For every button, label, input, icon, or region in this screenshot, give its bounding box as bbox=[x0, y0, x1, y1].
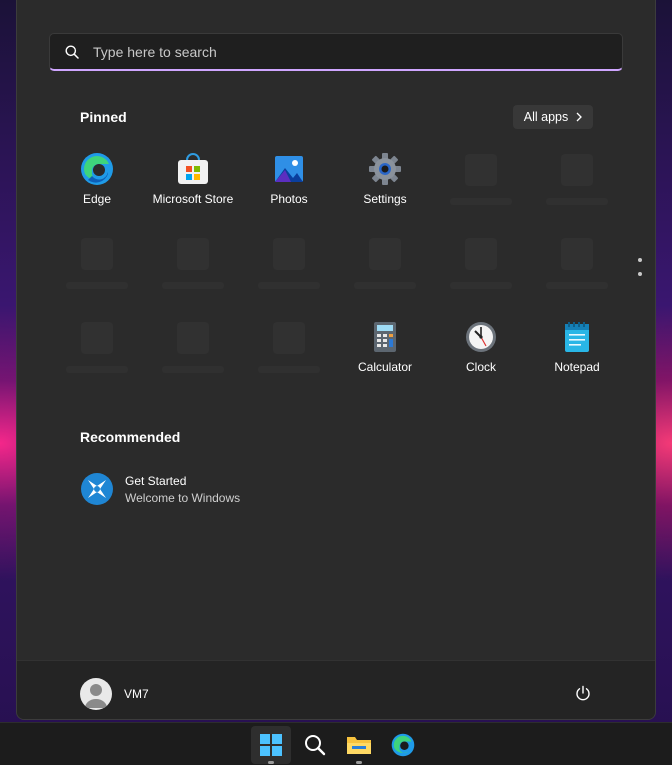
search-box[interactable] bbox=[49, 33, 623, 71]
blurred-app-icon bbox=[369, 238, 401, 270]
start-footer: VM7 bbox=[17, 660, 655, 719]
taskbar bbox=[0, 722, 672, 765]
pinned-app-placeholder bbox=[145, 312, 241, 392]
pinned-app-placeholder bbox=[241, 312, 337, 392]
recommended-item-subtitle: Welcome to Windows bbox=[125, 490, 241, 505]
search-icon bbox=[65, 45, 79, 59]
pinned-app-placeholder bbox=[529, 228, 625, 308]
all-apps-label: All apps bbox=[523, 110, 569, 124]
recommended-item[interactable]: Get Started Welcome to Windows bbox=[80, 472, 240, 506]
user-account-button[interactable]: VM7 bbox=[80, 678, 149, 710]
blurred-label bbox=[546, 282, 608, 289]
taskbar-edge-button[interactable] bbox=[383, 726, 423, 764]
app-label: Settings bbox=[363, 192, 407, 206]
pinned-app-microsoft-store[interactable]: Microsoft Store bbox=[145, 144, 241, 224]
blurred-app-icon bbox=[177, 238, 209, 270]
pinned-app-settings[interactable]: Settings bbox=[337, 144, 433, 224]
pinned-title: Pinned bbox=[80, 109, 127, 125]
microsoft-store-icon bbox=[176, 152, 210, 186]
pinned-app-photos[interactable]: Photos bbox=[241, 144, 337, 224]
app-label: Edge bbox=[82, 192, 112, 206]
pinned-app-placeholder bbox=[49, 228, 145, 308]
blurred-label bbox=[66, 282, 128, 289]
page-indicator[interactable] bbox=[637, 258, 643, 280]
edge-icon bbox=[80, 152, 114, 186]
page-dot bbox=[638, 258, 642, 262]
blurred-app-icon bbox=[465, 154, 497, 186]
search-input[interactable] bbox=[91, 42, 622, 61]
chevron-right-icon bbox=[576, 112, 583, 122]
avatar bbox=[80, 678, 112, 710]
start-icon bbox=[260, 734, 282, 756]
app-label: Microsoft Store bbox=[152, 192, 234, 206]
app-label: Photos bbox=[270, 192, 308, 206]
blurred-app-icon bbox=[81, 238, 113, 270]
blurred-app-icon bbox=[465, 238, 497, 270]
pinned-app-placeholder bbox=[337, 228, 433, 308]
pinned-app-edge[interactable]: Edge bbox=[49, 144, 145, 224]
username: VM7 bbox=[124, 687, 149, 701]
app-label: Clock bbox=[465, 360, 496, 374]
get-started-icon bbox=[81, 473, 113, 505]
power-button[interactable] bbox=[575, 685, 591, 706]
pinned-app-calculator[interactable]: Calculator bbox=[337, 312, 433, 392]
blurred-app-icon bbox=[273, 238, 305, 270]
blurred-label bbox=[162, 366, 224, 373]
blurred-label bbox=[450, 282, 512, 289]
search-icon bbox=[305, 735, 326, 756]
blurred-app-icon bbox=[273, 322, 305, 354]
app-label: Calculator bbox=[357, 360, 413, 374]
start-button[interactable] bbox=[251, 726, 291, 764]
settings-gear-icon bbox=[368, 152, 402, 186]
edge-icon bbox=[391, 733, 415, 757]
blurred-app-icon bbox=[81, 322, 113, 354]
photos-icon bbox=[272, 152, 306, 186]
pinned-app-clock[interactable]: Clock bbox=[433, 312, 529, 392]
pinned-app-placeholder bbox=[145, 228, 241, 308]
blurred-label bbox=[258, 282, 320, 289]
file-explorer-button[interactable] bbox=[339, 726, 379, 764]
blurred-label bbox=[66, 366, 128, 373]
blurred-app-icon bbox=[561, 238, 593, 270]
blurred-label bbox=[258, 366, 320, 373]
pinned-app-placeholder bbox=[49, 312, 145, 392]
calculator-icon bbox=[368, 320, 402, 354]
pinned-app-placeholder bbox=[433, 144, 529, 224]
start-menu: Pinned All apps Edge bbox=[16, 0, 656, 720]
clock-icon bbox=[464, 320, 498, 354]
pinned-app-placeholder bbox=[433, 228, 529, 308]
notepad-icon bbox=[560, 320, 594, 354]
recommended-item-title: Get Started bbox=[125, 473, 187, 488]
blurred-label bbox=[546, 198, 608, 205]
taskbar-search-button[interactable] bbox=[295, 726, 335, 764]
all-apps-button[interactable]: All apps bbox=[513, 105, 593, 129]
pinned-app-placeholder bbox=[529, 144, 625, 224]
pinned-app-notepad[interactable]: Notepad bbox=[529, 312, 625, 392]
file-explorer-icon bbox=[347, 737, 371, 754]
blurred-app-icon bbox=[177, 322, 209, 354]
blurred-label bbox=[162, 282, 224, 289]
blurred-label bbox=[354, 282, 416, 289]
blurred-app-icon bbox=[561, 154, 593, 186]
app-label: Notepad bbox=[554, 360, 600, 374]
blurred-label bbox=[450, 198, 512, 205]
power-icon bbox=[576, 685, 590, 701]
user-icon bbox=[85, 684, 107, 708]
recommended-title: Recommended bbox=[80, 429, 181, 445]
pinned-app-placeholder bbox=[241, 228, 337, 308]
page-dot bbox=[638, 272, 642, 276]
